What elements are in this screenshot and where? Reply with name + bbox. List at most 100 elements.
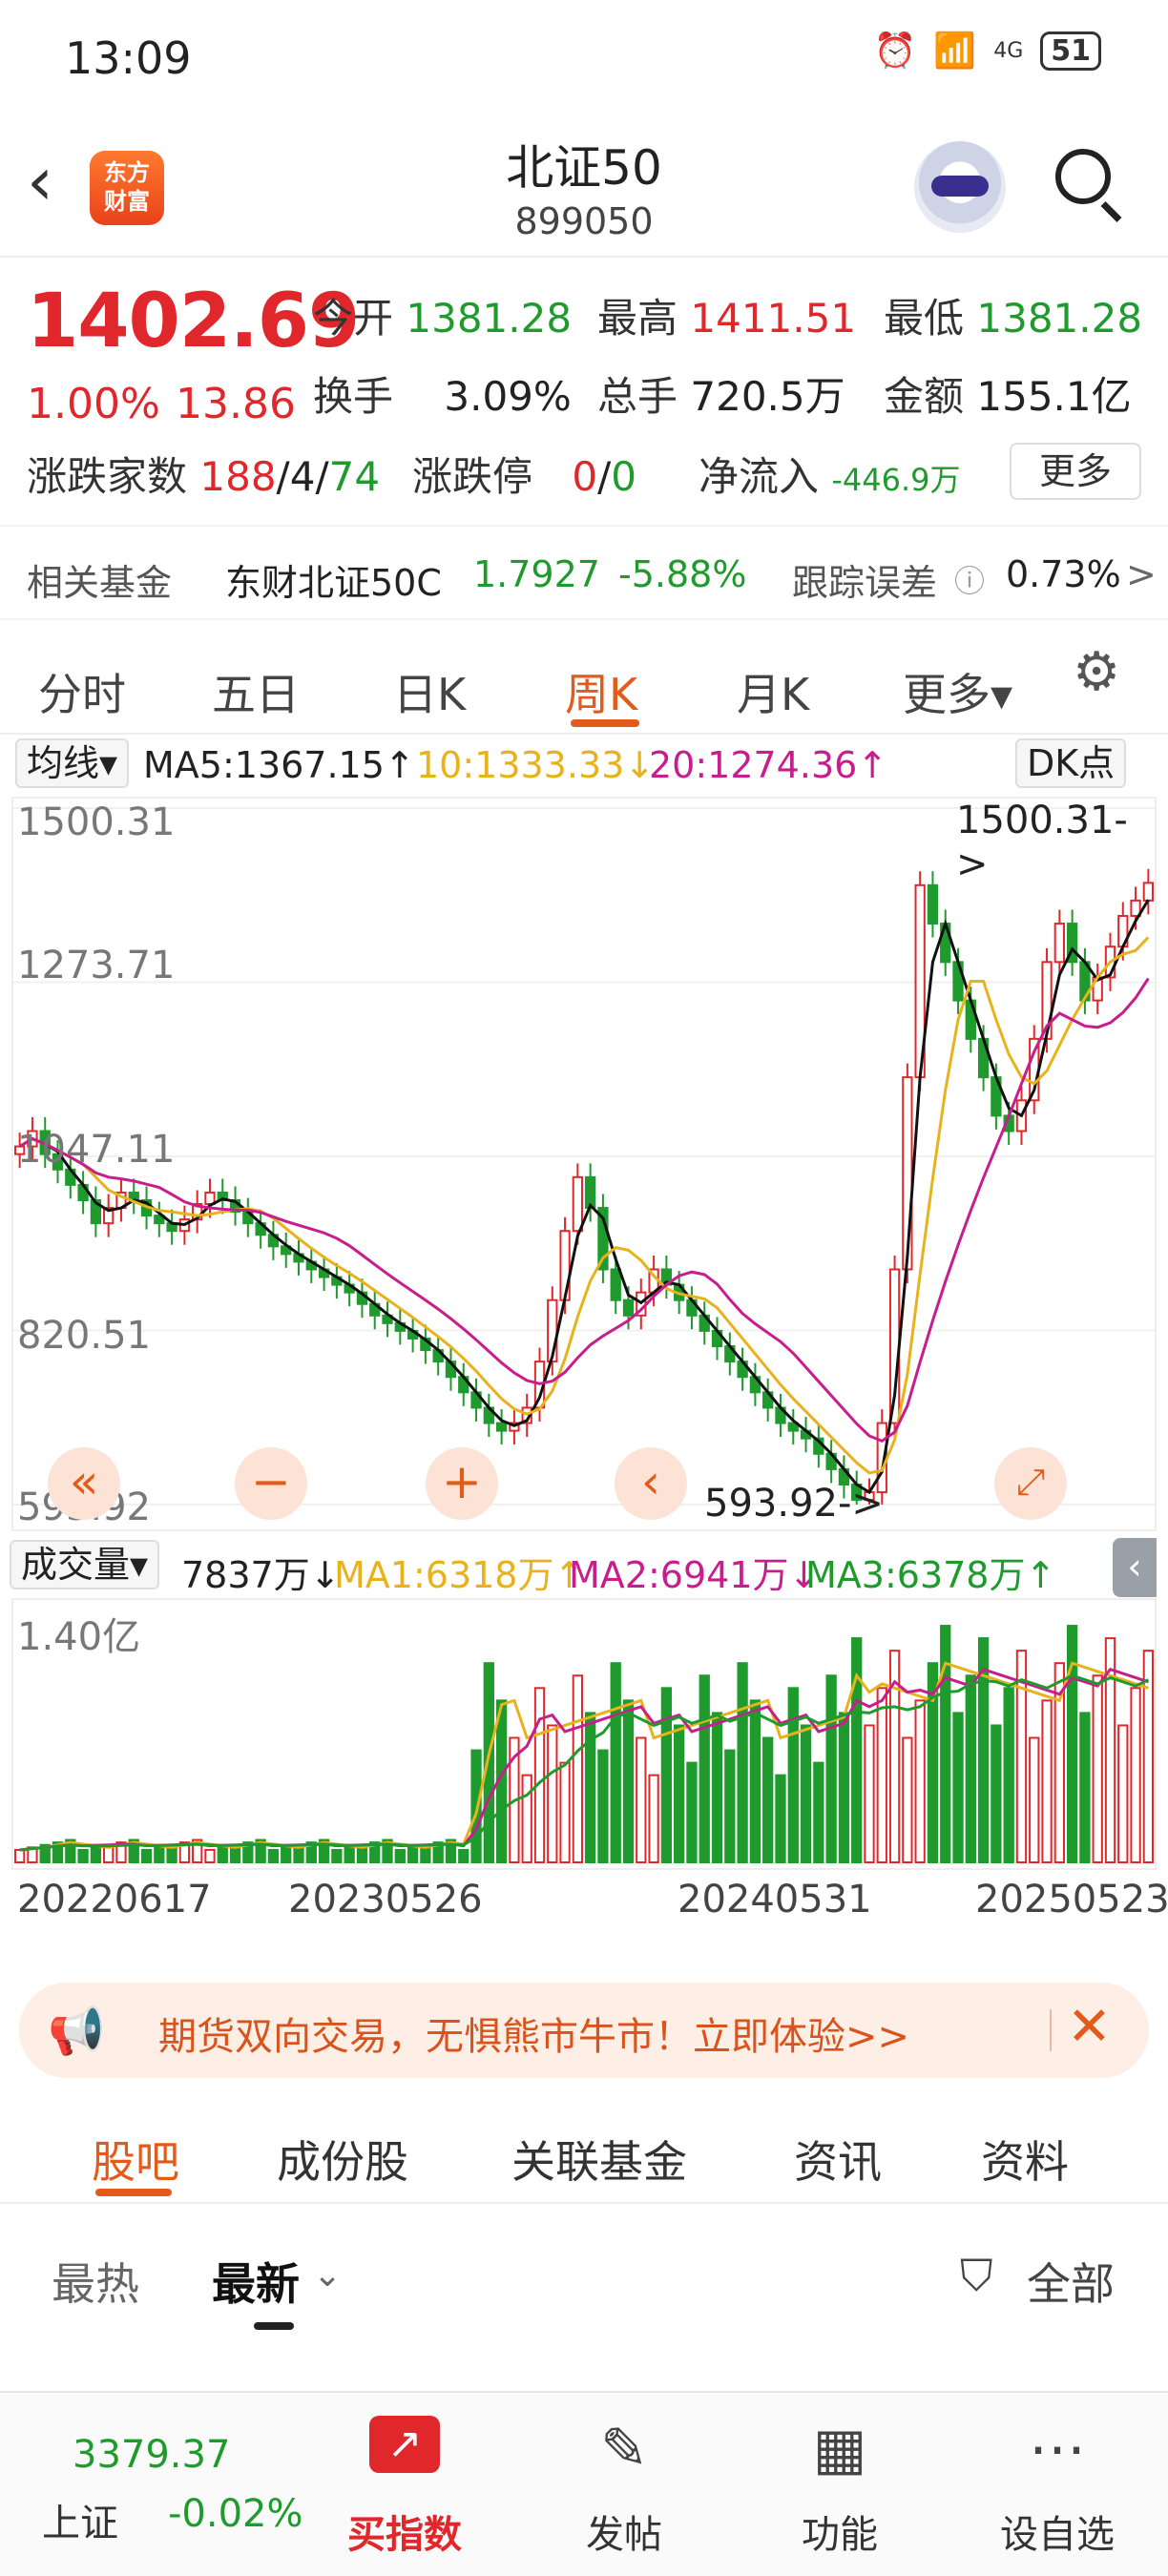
functions-button[interactable]: 功能: [763, 2503, 916, 2559]
edit-post-icon[interactable]: ✎: [548, 2416, 700, 2483]
zoom-in-icon[interactable]: +: [426, 1447, 498, 1520]
sh-index-name[interactable]: 上证: [42, 2492, 118, 2547]
sort-tabs: 最热 最新 ⌄ ⛉ 全部: [0, 2204, 1168, 2337]
volume-bar: [331, 1848, 343, 1864]
volume-bar: [686, 1761, 698, 1864]
tab-monthly-k[interactable]: 月K: [737, 660, 809, 723]
zoom-out-icon[interactable]: −: [235, 1447, 307, 1520]
y-tick-2: 1273.71: [17, 944, 176, 987]
volume-bar: [1079, 1712, 1091, 1864]
indicator-selector[interactable]: 均线▾: [15, 738, 130, 788]
wifi-icon: 📶: [933, 31, 977, 71]
volume-bar: [13, 1848, 26, 1864]
dk-point-button[interactable]: DK点: [1015, 738, 1127, 788]
volume-bar: [699, 1674, 710, 1863]
tab-more[interactable]: 更多▾: [903, 660, 1012, 723]
netflow-stat: 净流入 -446.9万: [699, 453, 961, 500]
close-icon[interactable]: ✕: [1067, 1996, 1112, 2058]
candle-body: [1053, 923, 1065, 964]
max-price-marker: 1500.31->: [956, 799, 1128, 886]
add-watchlist-button[interactable]: 设自选: [981, 2503, 1134, 2559]
buy-index-button[interactable]: 买指数: [328, 2503, 481, 2559]
volume-bar: [864, 1724, 875, 1863]
tab-five-day[interactable]: 五日: [212, 660, 300, 723]
index-code: 899050: [514, 200, 654, 242]
scroll-left-double-icon[interactable]: «: [48, 1447, 120, 1520]
volume-bar: [572, 1674, 584, 1863]
volume-bar: [1003, 1687, 1014, 1863]
megaphone-icon: 📢: [48, 2005, 105, 2058]
high-stat: 最高 1411.51: [597, 295, 857, 342]
tab-related-funds[interactable]: 关联基金: [511, 2128, 687, 2191]
promo-text: 期货双向交易，无惧熊市牛市！立即体验>>: [158, 2015, 910, 2059]
chevron-down-icon[interactable]: ⌄: [313, 2255, 342, 2295]
tab-news[interactable]: 资讯: [794, 2128, 882, 2191]
volume-bar: [648, 1774, 659, 1863]
search-icon[interactable]: [1055, 149, 1122, 222]
volume-bar: [952, 1712, 964, 1864]
battery-icon: 51: [1040, 31, 1101, 71]
ma10-value: 10:1333.33↓: [416, 744, 656, 786]
volume-bar: [749, 1699, 761, 1863]
volume-bar: [1092, 1674, 1103, 1863]
change-percent: 1.00%: [27, 380, 160, 428]
fullscreen-icon[interactable]: ⤢: [994, 1447, 1067, 1520]
volume-chart[interactable]: 1.40亿: [11, 1598, 1157, 1870]
ma5-line: [18, 899, 1150, 1495]
kline-chart[interactable]: 1500.31 1273.71 1047.11 820.51 593.92 15…: [11, 797, 1157, 1531]
volume-bar: [1066, 1625, 1078, 1863]
tab-daily-k[interactable]: 日K: [393, 660, 466, 723]
y-tick-4: 820.51: [17, 1314, 151, 1358]
x-tick-1: 20220617: [17, 1878, 212, 1922]
assistant-robot-icon[interactable]: [914, 141, 1006, 233]
post-button[interactable]: 发帖: [548, 2503, 700, 2559]
y-tick-3: 1047.11: [17, 1128, 176, 1172]
volume-bar: [724, 1749, 736, 1863]
limit-stat: 涨跌停 0/0: [412, 453, 636, 500]
sh-index-change[interactable]: -0.02%: [168, 2492, 303, 2536]
filter-all[interactable]: 全部: [1027, 2250, 1115, 2313]
volume-bar: [533, 1687, 546, 1863]
tracking-value: 0.73%: [1006, 553, 1121, 595]
chevron-right-icon: >: [1126, 553, 1157, 595]
volume-bar: [800, 1724, 812, 1863]
back-arrow-icon[interactable]: ‹: [27, 148, 53, 215]
tab-intraday[interactable]: 分时: [38, 660, 126, 723]
trend-chart-icon[interactable]: ↗: [328, 2416, 481, 2473]
more-button[interactable]: 更多: [1010, 443, 1141, 500]
tab-forum[interactable]: 股吧: [92, 2128, 179, 2191]
volume-bar: [775, 1774, 786, 1863]
tab-constituents[interactable]: 成份股: [277, 2128, 408, 2191]
gear-icon[interactable]: ⚙: [1073, 641, 1120, 703]
tab-weekly-k[interactable]: 周K: [565, 660, 637, 723]
sort-hot[interactable]: 最热: [52, 2250, 139, 2313]
collapse-panel-icon[interactable]: ‹: [1113, 1538, 1157, 1597]
filter-icon[interactable]: ⛉: [960, 2250, 993, 2303]
sort-newest[interactable]: 最新: [212, 2250, 300, 2313]
index-title: 北证50: [506, 140, 662, 196]
amount-stat: 金额 155.1亿: [884, 373, 1132, 420]
related-fund-row[interactable]: 相关基金 东财北证50C 1.7927 -5.88% 跟踪误差 ⓘ 0.73% …: [0, 525, 1168, 620]
status-time: 13:09: [65, 32, 192, 84]
quote-panel: 1402.69 1.00% 13.86 今开 1381.28 最高 1411.5…: [0, 258, 1168, 639]
tab-profile[interactable]: 资料: [981, 2128, 1069, 2191]
volume-bar: [344, 1846, 355, 1863]
x-tick-3: 20240531: [678, 1878, 872, 1922]
more-dots-icon[interactable]: ⋯: [981, 2416, 1134, 2483]
apps-grid-icon[interactable]: ▦: [763, 2416, 916, 2483]
ma-legend: 均线▾ MA5:1367.15↑ 10:1333.33↓ 20:1274.36↑…: [0, 735, 1168, 794]
promo-banner[interactable]: 📢 期货双向交易，无惧熊市牛市！立即体验>> ✕: [19, 1983, 1149, 2078]
volume-bar: [267, 1848, 280, 1864]
ma10-line: [18, 936, 1150, 1475]
candle-body: [610, 1268, 621, 1301]
volume-bar: [1041, 1699, 1053, 1863]
volume-ma1: MA1:6318万↑: [334, 1554, 585, 1596]
volume-bar: [660, 1687, 673, 1863]
sh-index-value[interactable]: 3379.37: [73, 2433, 230, 2477]
volume-bar: [914, 1699, 926, 1863]
volume-bar: [711, 1712, 723, 1864]
scroll-left-icon[interactable]: ‹: [615, 1447, 687, 1520]
volume-bar: [154, 1846, 165, 1863]
volume-indicator-selector[interactable]: 成交量▾: [10, 1540, 160, 1589]
help-icon[interactable]: ⓘ: [954, 557, 985, 601]
